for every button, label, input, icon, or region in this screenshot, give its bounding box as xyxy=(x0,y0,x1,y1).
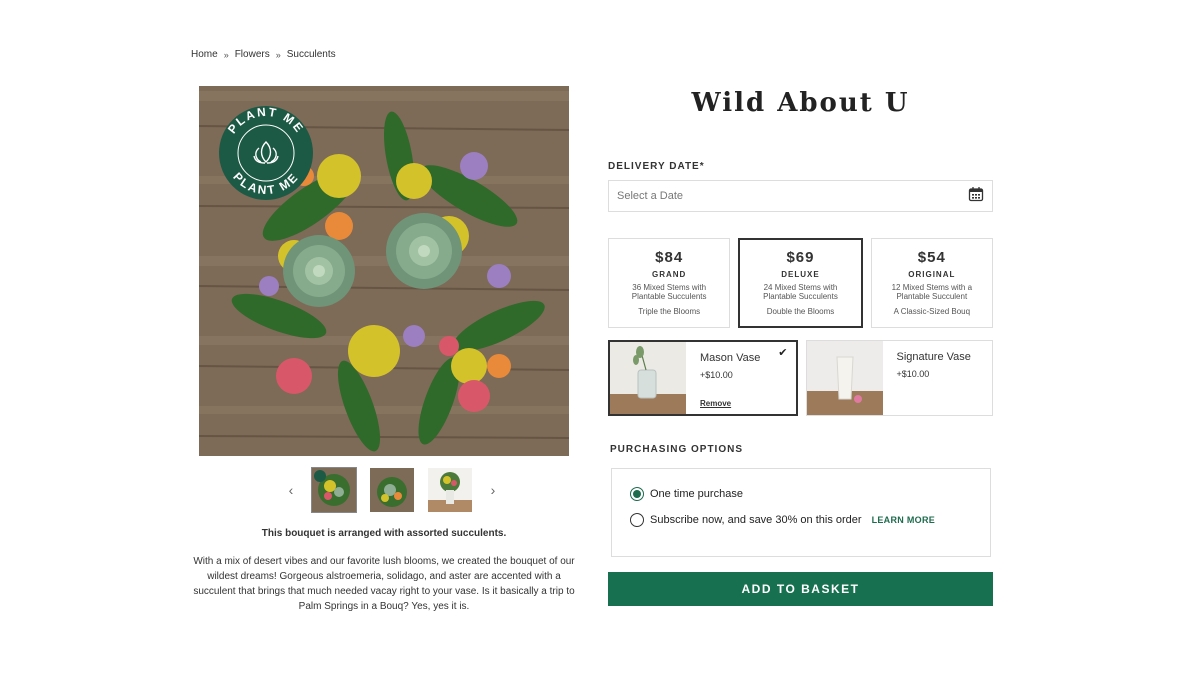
size-tag: Triple the Blooms xyxy=(638,307,701,316)
size-price: $84 xyxy=(655,249,684,266)
breadcrumb-flowers[interactable]: Flowers xyxy=(235,49,270,60)
thumbnail-2[interactable] xyxy=(370,468,414,512)
chevron-right-icon[interactable]: › xyxy=(486,480,500,500)
thumbnail-1[interactable] xyxy=(311,467,357,513)
subscribe-option[interactable]: Subscribe now, and save 30% on this orde… xyxy=(630,513,990,527)
one-time-purchase-option[interactable]: One time purchase xyxy=(630,487,990,501)
calendar-icon[interactable] xyxy=(968,186,984,207)
size-stems: 24 Mixed Stems with Plantable Succulents xyxy=(763,283,838,301)
remove-vase-link[interactable]: Remove xyxy=(700,399,731,408)
radio-one-time[interactable] xyxy=(630,487,644,501)
mason-vase-image xyxy=(610,342,686,414)
delivery-date-input[interactable]: Select a Date xyxy=(608,180,993,212)
delivery-date-label: DELIVERY DATE* xyxy=(608,161,705,172)
breadcrumb-succulents[interactable]: Succulents xyxy=(287,49,336,60)
product-main-image[interactable]: PLANT ME PLANT ME xyxy=(199,86,569,456)
size-stems: 36 Mixed Stems with Plantable Succulents xyxy=(631,283,707,301)
chevron-right-icon: » xyxy=(275,49,281,60)
size-stems: 12 Mixed Stems with a Plantable Succulen… xyxy=(891,283,973,301)
size-card-deluxe[interactable]: $69 DELUXE 24 Mixed Stems with Plantable… xyxy=(738,238,863,328)
thumbnail-carousel: ‹ › xyxy=(284,467,500,513)
chevron-right-icon: » xyxy=(223,49,229,60)
checkmark-icon: ✔ xyxy=(778,347,788,359)
size-options: $84 GRAND 36 Mixed Stems with Plantable … xyxy=(608,238,993,328)
vase-name: Mason Vase xyxy=(700,352,761,364)
add-to-basket-button[interactable]: ADD TO BASKET xyxy=(608,572,993,606)
size-price: $54 xyxy=(917,249,946,266)
delivery-date-placeholder: Select a Date xyxy=(617,190,684,202)
product-title: Wild About U xyxy=(691,88,910,118)
one-time-label: One time purchase xyxy=(650,488,743,500)
size-card-original[interactable]: $54 ORIGINAL 12 Mixed Stems with a Plant… xyxy=(870,238,993,328)
thumbnail-3[interactable] xyxy=(428,468,472,512)
size-tag: A Classic-Sized Bouq xyxy=(893,307,971,316)
size-price: $69 xyxy=(786,249,815,266)
vase-price: +$10.00 xyxy=(700,370,733,380)
chevron-left-icon[interactable]: ‹ xyxy=(284,480,298,500)
breadcrumb-home[interactable]: Home xyxy=(191,49,218,60)
purchasing-options-box: One time purchase Subscribe now, and sav… xyxy=(611,468,991,557)
size-name: ORIGINAL xyxy=(908,270,956,279)
purchasing-options-label: PURCHASING OPTIONS xyxy=(610,444,744,455)
vase-card-mason[interactable]: Mason Vase +$10.00 Remove ✔ xyxy=(608,340,798,416)
size-name: DELUXE xyxy=(781,270,820,279)
vase-card-signature[interactable]: Signature Vase +$10.00 xyxy=(805,340,993,416)
size-tag: Double the Blooms xyxy=(766,307,835,316)
vase-options: Mason Vase +$10.00 Remove ✔ Signature Va… xyxy=(608,340,993,416)
subscribe-label: Subscribe now, and save 30% on this orde… xyxy=(650,514,862,526)
signature-vase-image xyxy=(806,341,883,415)
learn-more-link[interactable]: LEARN MORE xyxy=(872,515,936,525)
vase-price: +$10.00 xyxy=(896,369,930,379)
vase-name: Signature Vase xyxy=(896,351,971,363)
size-name: GRAND xyxy=(651,270,687,279)
breadcrumb: Home » Flowers » Succulents xyxy=(191,49,336,60)
radio-subscribe[interactable] xyxy=(630,513,644,527)
description-body: With a mix of desert vibes and our favor… xyxy=(193,556,575,612)
size-card-grand[interactable]: $84 GRAND 36 Mixed Stems with Plantable … xyxy=(608,238,731,328)
description-title: This bouquet is arranged with assorted s… xyxy=(261,528,507,539)
